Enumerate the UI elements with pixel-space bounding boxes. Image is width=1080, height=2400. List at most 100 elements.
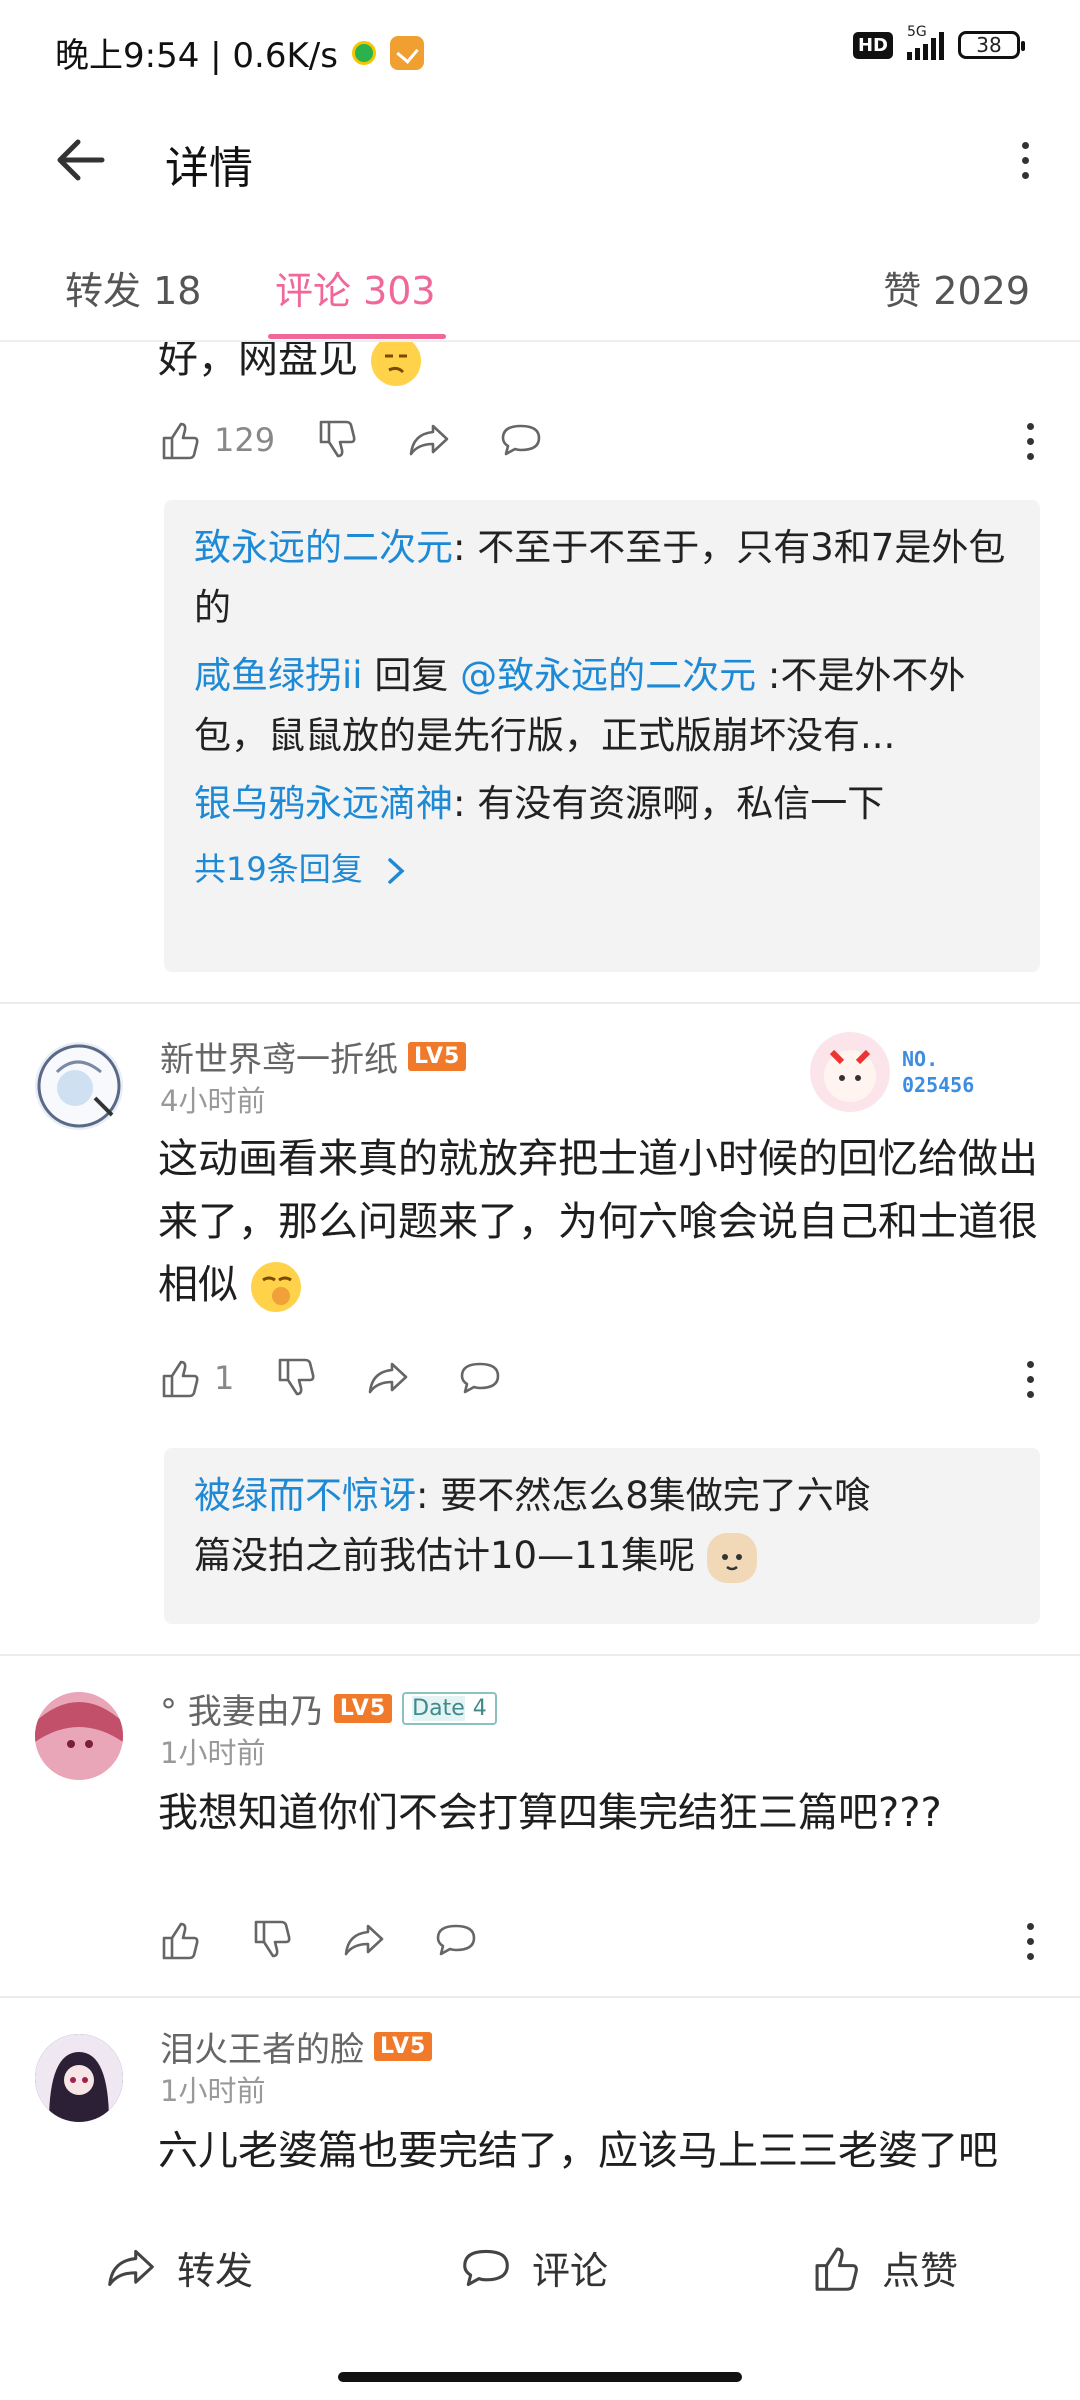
comment-actions: 129 <box>158 410 543 470</box>
comment-author[interactable]: 新世界鸢一折纸 LV5 <box>160 1032 467 1081</box>
thinking-emoji-icon <box>250 1262 301 1312</box>
comment-time: 1小时前 <box>160 2074 266 2108</box>
home-indicator[interactable] <box>338 2372 742 2382</box>
reply-author[interactable]: 咸鱼绿拐ii <box>194 654 363 697</box>
tab-comments[interactable]: 评论 303 <box>275 260 436 315</box>
thumbs-down-icon[interactable] <box>274 1356 318 1400</box>
avatar[interactable] <box>35 1692 123 1780</box>
like-count: 129 <box>214 421 276 459</box>
chevron-right-icon <box>388 858 405 884</box>
reply-author[interactable]: 致永远的二次元 <box>194 526 453 569</box>
status-left: 晚上9:54 | 0.6K/s <box>55 28 424 77</box>
fan-badge-number: NO. 025456 <box>902 1046 974 1098</box>
comment-divider <box>0 1654 1080 1656</box>
arrow-left-icon[interactable] <box>50 130 110 190</box>
share-icon[interactable] <box>366 1356 410 1400</box>
fan-badge-image <box>810 1032 890 1112</box>
share-button[interactable]: 转发 <box>105 2240 253 2295</box>
reply-author[interactable]: 被绿而不惊讶 <box>194 1474 416 1517</box>
reply-sep: : <box>453 782 478 825</box>
network-type: 5G <box>907 24 927 40</box>
tab-likes[interactable]: 赞 2029 <box>883 260 1030 315</box>
share-label: 转发 <box>177 2249 254 2293</box>
thumbs-up-icon[interactable] <box>158 418 202 462</box>
like-count: 1 <box>214 1359 235 1397</box>
comment-text: 我想知道你们不会打算四集完结狂三篇吧??? <box>158 1790 942 1836</box>
comment-label: 评论 <box>532 2249 609 2293</box>
share-icon[interactable] <box>407 418 451 462</box>
comment-icon[interactable] <box>499 418 543 462</box>
tab-active-indicator <box>268 334 446 339</box>
app-notification-icon <box>351 40 376 65</box>
avatar[interactable] <box>35 2034 123 2122</box>
share-icon[interactable] <box>342 1918 386 1962</box>
reply-box[interactable]: 被绿而不惊讶: 要不然怎么8集做完了六喰篇没拍之前我估计10—11集呢 <box>164 1448 1040 1624</box>
comment-time: 1小时前 <box>160 1736 266 1770</box>
comment-actions: 1 <box>158 1348 502 1408</box>
date-badge-label: Date <box>412 1696 465 1721</box>
comment-author[interactable]: 泪火王者的脸 LV5 <box>160 2022 433 2071</box>
comment-divider <box>0 1002 1080 1004</box>
comment-text: 好，网盘见 <box>158 342 421 391</box>
reply-item[interactable]: 银乌鸦永远滴神: 有没有资源啊，私信一下 <box>194 774 1010 834</box>
comment-time: 4小时前 <box>160 1084 266 1118</box>
reply-text: 有没有资源啊，私信一下 <box>477 782 885 825</box>
reply-box[interactable]: 致永远的二次元: 不至于不至于，只有3和7是外包的 咸鱼绿拐ii 回复 @致永远… <box>164 500 1040 972</box>
reply-sep: : <box>416 1474 441 1517</box>
thumbs-down-icon[interactable] <box>250 1918 294 1962</box>
dog-emoji-icon <box>706 1532 757 1583</box>
username[interactable]: 泪火王者的脸 <box>160 2022 364 2071</box>
comment-author[interactable]: ° 我妻由乃 LV5 Date 4 <box>160 1684 497 1733</box>
share-icon <box>108 2249 154 2286</box>
comment-more-icon[interactable] <box>1020 1354 1040 1404</box>
comment-list[interactable]: 好，网盘见 129 致永远的二次元: 不至于不至于，只有3和7是外包的 咸鱼绿拐… <box>0 342 1080 2200</box>
fan-badge-value: 025456 <box>902 1073 975 1097</box>
status-time: 晚上9:54 | 0.6K/s <box>55 36 338 76</box>
reply-item[interactable]: 被绿而不惊讶: 要不然怎么8集做完了六喰篇没拍之前我估计10—11集呢 <box>194 1466 894 1586</box>
comment-icon[interactable] <box>434 1918 478 1962</box>
thumbs-up-icon[interactable] <box>158 1918 202 1962</box>
level-badge: LV5 <box>408 1042 467 1071</box>
avatar[interactable] <box>35 1042 123 1130</box>
reply-sep: 回复 <box>362 654 461 697</box>
reply-author[interactable]: 银乌鸦永远滴神 <box>194 782 453 825</box>
fan-badge-label: NO. <box>902 1047 939 1071</box>
reply-sep: : <box>453 526 478 569</box>
tab-bar: 转发 18 评论 303 赞 2029 <box>0 230 1080 342</box>
thumbs-up-icon[interactable] <box>158 1356 202 1400</box>
status-bar: 晚上9:54 | 0.6K/s HD 5G 38 <box>0 0 1080 100</box>
username[interactable]: ° 我妻由乃 <box>160 1684 324 1733</box>
comment-more-icon[interactable] <box>1020 1916 1040 1966</box>
comment-more-icon[interactable] <box>1020 416 1040 466</box>
like-label: 点赞 <box>882 2249 959 2293</box>
page-title: 详情 <box>165 143 253 194</box>
fan-badge[interactable]: NO. 025456 <box>810 1032 1010 1122</box>
comment-actions <box>158 1910 478 1970</box>
comment-icon <box>463 2249 509 2286</box>
level-badge: LV5 <box>333 1694 393 1723</box>
comment-text: 这动画看来真的就放弃把士道小时候的回忆给做出来了，那么问题来了，为何六喰会说自己… <box>158 1128 1038 1317</box>
date-badge-number: 4 <box>472 1696 487 1721</box>
comment-button[interactable]: 评论 <box>460 2240 608 2295</box>
smirk-emoji-icon <box>370 342 421 386</box>
like-button[interactable]: 点赞 <box>810 2240 958 2295</box>
thumbs-down-icon[interactable] <box>315 418 359 462</box>
bottom-action-bar: 转发 评论 点赞 <box>0 2200 1080 2400</box>
tab-reposts[interactable]: 转发 18 <box>65 260 201 315</box>
battery-icon: 38 <box>958 31 1025 59</box>
comment-icon[interactable] <box>458 1356 502 1400</box>
thumbs-up-icon <box>815 2247 858 2291</box>
comment-text: 六儿老婆篇也要完结了，应该马上三三老婆了吧 <box>158 2128 998 2174</box>
comment-divider <box>0 1996 1080 1998</box>
title-bar: 详情 <box>0 100 1080 220</box>
comment-text-content: 好，网盘见 <box>158 342 358 382</box>
status-right: HD 5G 38 <box>852 24 1025 60</box>
hd-icon: HD <box>852 31 893 59</box>
username[interactable]: 新世界鸢一折纸 <box>160 1032 398 1081</box>
view-all-replies-link[interactable]: 共19条回复 <box>194 844 1010 890</box>
more-vertical-icon[interactable] <box>1010 130 1040 190</box>
reply-item[interactable]: 咸鱼绿拐ii 回复 @致永远的二次元 :不是外不外包，鼠鼠放的是先行版，正式版崩… <box>194 646 1010 766</box>
reply-mention[interactable]: @致永远的二次元 <box>460 654 756 697</box>
level-badge: LV5 <box>374 2032 433 2061</box>
reply-item[interactable]: 致永远的二次元: 不至于不至于，只有3和7是外包的 <box>194 518 1010 638</box>
